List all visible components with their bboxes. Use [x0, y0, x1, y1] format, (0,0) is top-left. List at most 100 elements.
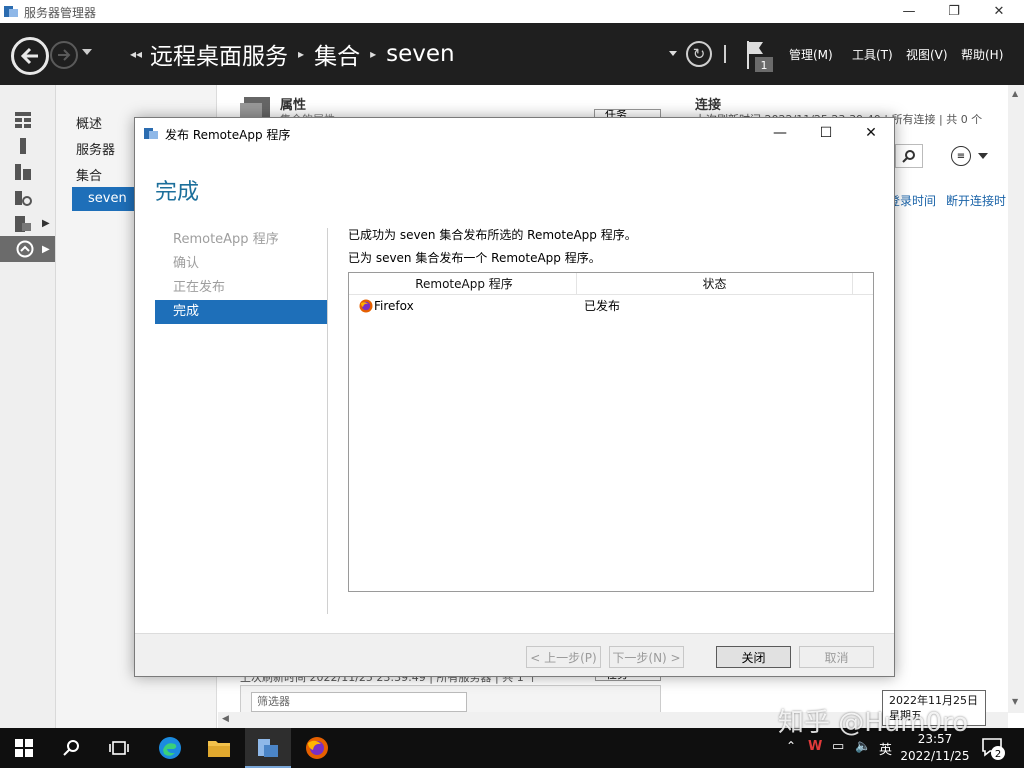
action-center-button[interactable]: 2 — [981, 736, 1005, 760]
window-titlebar: 服务器管理器 — ❐ ✕ — [0, 0, 1024, 23]
edge-icon — [159, 737, 181, 759]
program-name: Firefox — [374, 299, 414, 313]
firefox-icon — [359, 299, 373, 313]
notification-icon: 2 — [982, 738, 1005, 760]
network-icon[interactable]: ▭ — [832, 739, 844, 754]
menu-manage[interactable]: 管理(M) — [789, 46, 833, 63]
expand-arrow-icon[interactable]: ▶ — [42, 244, 50, 255]
vertical-scrollbar[interactable]: ▲ ▼ — [1008, 85, 1024, 713]
previous-button[interactable]: < 上一步(P) — [526, 646, 601, 668]
breadcrumb-item[interactable]: seven — [386, 41, 454, 67]
search-icon — [63, 740, 79, 756]
notifications-flag-icon[interactable]: 1 — [745, 39, 775, 73]
clock-date: 2022/11/25 — [900, 749, 970, 763]
summary-message: 已为 seven 集合发布一个 RemoteApp 程序。 — [348, 251, 601, 265]
column-header-program[interactable]: RemoteApp 程序 — [352, 273, 577, 295]
local-server-icon[interactable] — [14, 137, 32, 155]
left-icon-strip: ▶ ▶ — [0, 85, 56, 728]
breadcrumb-separator-icon: ▸ — [298, 47, 305, 61]
close-button[interactable]: 关闭 — [716, 646, 791, 668]
tray-expand-icon[interactable]: ⌃ — [786, 739, 796, 753]
refresh-button[interactable]: ↻ — [686, 41, 712, 67]
expand-arrow-icon[interactable]: ▶ — [42, 218, 50, 229]
breadcrumb: ◂◂ 远程桌面服务 ▸ 集合 ▸ seven — [130, 37, 455, 71]
breadcrumb-dropdown[interactable] — [669, 51, 677, 56]
publish-remoteapp-dialog: 发布 RemoteApp 程序 — ☐ ✕ 完成 RemoteApp 程序 确认… — [134, 117, 895, 677]
file-explorer-button[interactable] — [207, 736, 231, 760]
column-header-status[interactable]: 状态 — [577, 273, 853, 295]
dialog-heading: 完成 — [155, 180, 200, 205]
menu-tools[interactable]: 工具(T) — [852, 46, 893, 63]
start-button[interactable] — [12, 736, 36, 760]
scroll-left-icon[interactable]: ◀ — [222, 714, 229, 724]
breadcrumb-item[interactable]: 集合 — [314, 37, 360, 71]
close-window-button[interactable]: ✕ — [976, 0, 1022, 23]
scroll-up-icon[interactable]: ▲ — [1012, 89, 1018, 98]
all-servers-icon[interactable] — [14, 163, 32, 181]
menu-view[interactable]: 视图(V) — [906, 46, 948, 63]
table-row[interactable]: Firefox 已发布 — [349, 295, 873, 317]
step-complete: 完成 — [155, 300, 327, 324]
dialog-maximize-button[interactable]: ☐ — [803, 118, 849, 148]
search-icon — [902, 150, 915, 163]
list-options-icon[interactable]: ≡ — [951, 146, 971, 166]
dialog-minimize-button[interactable]: — — [757, 118, 803, 148]
divider — [724, 45, 726, 63]
dialog-app-icon — [144, 128, 158, 139]
back-button[interactable] — [11, 37, 49, 75]
firefox-taskbar-button[interactable] — [305, 736, 329, 760]
server-manager-taskbar-button[interactable] — [256, 736, 280, 760]
steps-divider — [327, 228, 328, 614]
dashboard-icon[interactable] — [14, 111, 32, 129]
next-button[interactable]: 下一步(N) > — [609, 646, 684, 668]
watermark: 知乎 @Hum0ro — [778, 708, 969, 738]
dialog-close-button[interactable]: ✕ — [848, 118, 894, 148]
header-bar: ◂◂ 远程桌面服务 ▸ 集合 ▸ seven ↻ 1 管理(M) 工具(T) 视… — [0, 23, 1024, 85]
arrow-right-icon — [58, 49, 71, 61]
history-dropdown[interactable] — [82, 49, 92, 55]
dialog-titlebar: 发布 RemoteApp 程序 — ☐ ✕ — [135, 118, 894, 148]
firefox-icon — [306, 737, 328, 759]
nav-item-servers[interactable]: 服务器 — [76, 139, 115, 158]
ime-indicator[interactable]: 英 — [879, 739, 892, 758]
options-caret-icon[interactable] — [978, 153, 988, 159]
volume-icon[interactable]: 🔈 — [855, 739, 871, 754]
search-button[interactable] — [895, 144, 923, 168]
search-taskbar-button[interactable] — [60, 736, 84, 760]
filter-input[interactable]: 筛选器 — [251, 692, 467, 712]
remote-desktop-services-icon[interactable] — [16, 240, 34, 258]
step-remoteapp-programs: RemoteApp 程序 — [173, 232, 279, 247]
cancel-button[interactable]: 取消 — [799, 646, 874, 668]
server-manager-icon — [4, 6, 18, 17]
breadcrumb-separator-icon: ▸ — [370, 47, 377, 61]
wizard-steps: RemoteApp 程序 确认 正在发布 完成 — [155, 228, 327, 324]
refresh-icon: ↻ — [692, 45, 706, 63]
dialog-footer: < 上一步(P) 下一步(N) > 关闭 取消 — [135, 633, 894, 676]
column-disconnect-time[interactable]: 断开连接时 — [946, 192, 1006, 209]
menu-help[interactable]: 帮助(H) — [961, 46, 1003, 63]
iis-icon[interactable] — [14, 215, 32, 233]
nav-item-collections[interactable]: 集合 — [76, 165, 102, 184]
step-publishing: 正在发布 — [173, 280, 226, 295]
scroll-down-icon[interactable]: ▼ — [1012, 697, 1018, 706]
server-manager-icon — [258, 739, 278, 757]
column-login-time[interactable]: 登录时间 — [888, 192, 936, 209]
restore-button[interactable]: ❐ — [931, 0, 977, 23]
dialog-title: 发布 RemoteApp 程序 — [165, 128, 291, 142]
minimize-button[interactable]: — — [886, 0, 932, 23]
wps-tray-icon[interactable]: W — [808, 739, 822, 754]
forward-button[interactable] — [50, 41, 78, 69]
success-message: 已成功为 seven 集合发布所选的 RemoteApp 程序。 — [348, 228, 637, 242]
breadcrumb-item[interactable]: 远程桌面服务 — [150, 37, 288, 71]
table-header: RemoteApp 程序 状态 — [349, 273, 873, 295]
filter-bar: 筛选器 — [240, 685, 661, 713]
breadcrumb-lead-icon: ◂◂ — [130, 47, 143, 61]
windows-icon — [15, 739, 33, 757]
nav-item-overview[interactable]: 概述 — [76, 113, 102, 132]
program-status: 已发布 — [584, 299, 621, 313]
edge-button[interactable] — [158, 736, 182, 760]
file-storage-icon[interactable] — [14, 189, 32, 207]
published-programs-table: RemoteApp 程序 状态 Firefox 已发布 — [348, 272, 874, 592]
folder-icon — [208, 741, 230, 757]
task-view-button[interactable] — [107, 736, 131, 760]
